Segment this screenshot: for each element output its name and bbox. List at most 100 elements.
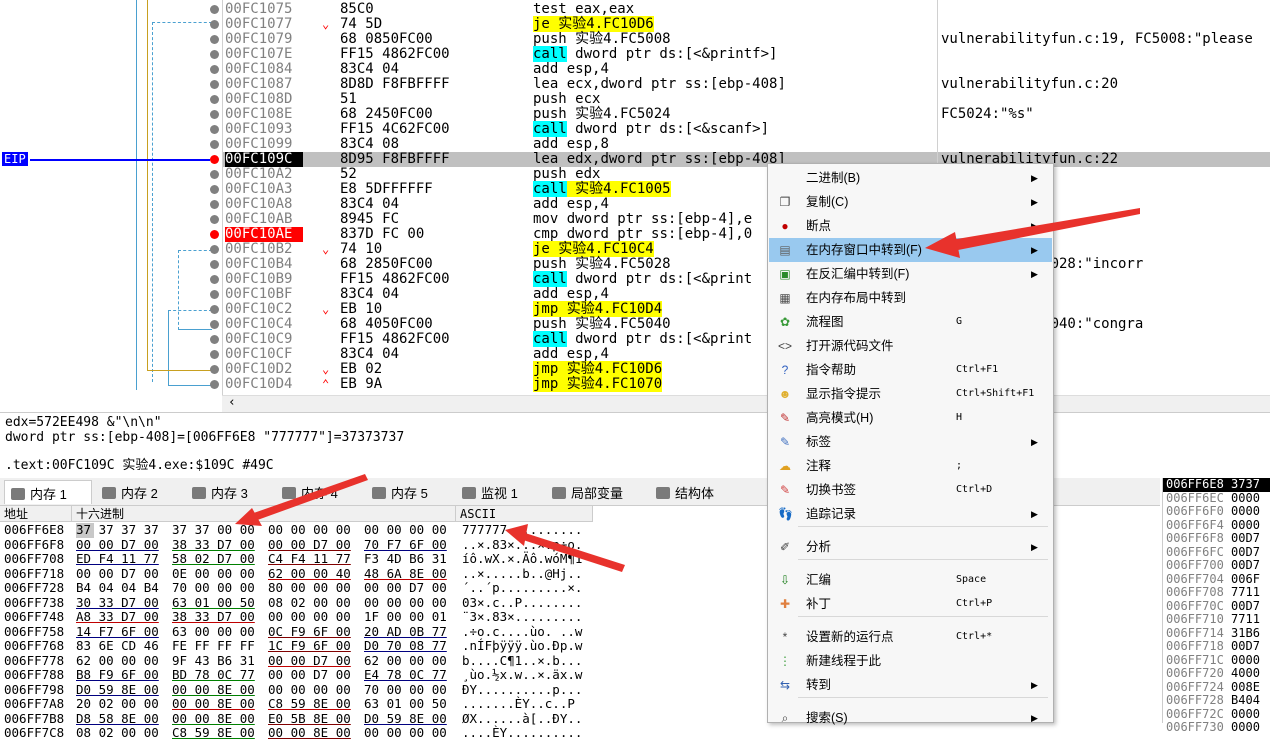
menu-item-goto[interactable]: ⇆ 转到 ▶ (769, 673, 1052, 697)
menu-item-memory-map[interactable]: ▦ 在内存布局中转到 (769, 286, 1052, 310)
hex-group[interactable]: 1C F9 6F 00 (268, 638, 364, 654)
tab-0[interactable]: 内存 1 (4, 480, 92, 504)
memory-ascii[interactable]: ØX......à[..ÐY.. (462, 711, 592, 727)
context-menu[interactable]: 二进制(B) ▶ ❐ 复制(C) ▶ ● 断点 ▶ ▤ 在内存窗口中转到(F) ▶ ▣ 在反汇编中转到(… (767, 163, 1054, 725)
stack-row[interactable]: 006FF718 00D7 (1163, 639, 1270, 654)
stack-row[interactable]: 006FF6E8 3737 (1163, 477, 1270, 492)
col-header-ascii[interactable]: ASCII (456, 506, 593, 522)
menu-item-graph[interactable]: ✿ 流程图 G (769, 310, 1052, 334)
breakpoint-dot-icon[interactable] (210, 110, 219, 119)
disassembly-view[interactable]: EIP 00FC1075 85C0 test eax,eax 00FC1077 ⌄ 74 … (0, 0, 1270, 412)
tab-7[interactable]: 结构体 (650, 480, 730, 504)
hex-group[interactable]: F3 4D B6 31 (364, 551, 460, 567)
disasm-row[interactable]: 00FC109C 8D95 F8FBFFFF lea edx,dword ptr s… (210, 152, 1270, 167)
memory-ascii[interactable]: .÷o.c....ùo. ..w (462, 624, 592, 640)
stack-row[interactable]: 006FF710 7711 (1163, 612, 1270, 627)
hex-group[interactable]: 00 00 8E 00 (268, 725, 364, 741)
memory-ascii[interactable]: ..×.83×...×.p÷o. (462, 537, 592, 553)
breakpoint-dot-icon[interactable] (210, 50, 219, 59)
hex-group[interactable]: D0 59 8E 00 (76, 682, 172, 698)
hex-group[interactable]: A8 33 D7 00 (76, 609, 172, 625)
hex-group[interactable]: 37 37 37 37 (76, 522, 172, 538)
menu-item-patch[interactable]: ✚ 补丁 Ctrl+P (769, 592, 1052, 616)
menu-item-source[interactable]: <> 打开源代码文件 (769, 334, 1052, 358)
breakpoint-dot-icon[interactable] (210, 335, 219, 344)
memory-ascii[interactable]: .nÍFþÿÿÿ.ùo.Ðp.w (462, 638, 592, 654)
memory-hex-bytes[interactable]: D8 58 8E 00 00 00 8E 00 E0 5B 8E 00 D0 59 8… (76, 711, 456, 727)
memory-hex-bytes[interactable]: 83 6E CD 46 FE FF FF FF 1C F9 6F 00 D0 70 0… (76, 638, 456, 654)
menu-item-disasm-goto[interactable]: ▣ 在反汇编中转到(F) ▶ (769, 262, 1052, 286)
memory-row[interactable]: 006FF718 00 00 D7 00 0E 00 00 00 62 00 00 4… (0, 566, 595, 582)
breakpoint-dot-icon[interactable] (210, 290, 219, 299)
hex-group[interactable]: 38 33 D7 00 (172, 609, 268, 625)
breakpoint-dot-icon[interactable] (210, 245, 219, 254)
stack-row[interactable]: 006FF6FC 00D7 (1163, 545, 1270, 560)
hex-group[interactable]: 30 33 D7 00 (76, 595, 172, 611)
menu-item-label[interactable]: ✎ 标签 ▶ (769, 430, 1052, 454)
memory-ascii[interactable]: .......ÈY..c..P (462, 696, 592, 712)
disasm-row[interactable]: 00FC1079 68 0850FC00 push 实验4.FC5008 vulner… (210, 32, 1270, 47)
breakpoint-dot-icon[interactable] (210, 200, 219, 209)
hex-group[interactable]: 38 33 D7 00 (172, 537, 268, 553)
hex-group[interactable]: B4 04 04 B4 (76, 580, 172, 596)
breakpoint-dot-icon[interactable] (210, 230, 219, 239)
stack-row[interactable]: 006FF6F4 0000 (1163, 518, 1270, 533)
menu-item-binary[interactable]: 二进制(B) ▶ (769, 166, 1052, 190)
memory-hex-bytes[interactable]: 62 00 00 00 9F 43 B6 31 00 00 D7 00 62 00 0… (76, 653, 456, 669)
hex-group[interactable]: 62 00 00 00 (364, 653, 460, 669)
hex-group[interactable]: E4 78 0C 77 (364, 667, 460, 683)
memory-row[interactable]: 006FF728 B4 04 04 B4 70 00 00 00 80 00 00 0… (0, 580, 595, 596)
memory-row[interactable]: 006FF768 83 6E CD 46 FE FF FF FF 1C F9 6F 0… (0, 638, 595, 654)
memory-hex-bytes[interactable]: B4 04 04 B4 70 00 00 00 80 00 00 00 00 00 D… (76, 580, 456, 596)
breakpoint-dot-icon[interactable] (210, 5, 219, 14)
hex-group[interactable]: 63 00 00 00 (172, 624, 268, 640)
disasm-row[interactable]: 00FC10D4⌃EB 9Ajmp 实验4.FC1070fun.c:32 (210, 376, 1270, 392)
disasm-row[interactable]: 00FC1077 ⌄ 74 5D je 实验4.FC10D6 (210, 16, 1270, 32)
hex-group[interactable]: B8 F9 6F 00 (76, 667, 172, 683)
stack-row[interactable]: 006FF720 4000 (1163, 666, 1270, 681)
hex-group[interactable]: 00 00 D7 00 (268, 667, 364, 683)
hex-group[interactable]: 0C F9 6F 00 (268, 624, 364, 640)
breakpoint-dot-icon[interactable] (210, 155, 219, 164)
disasm-row[interactable]: 00FC10AE 837D FC 00 cmp dword ptr ss:[ebp-… (210, 227, 1270, 242)
disasm-row[interactable]: 00FC10BF 83C4 04 add esp,4 (210, 287, 1270, 302)
tab-4[interactable]: 内存 5 (366, 480, 452, 504)
hex-group[interactable]: D0 59 8E 00 (364, 711, 460, 727)
stack-row[interactable]: 006FF71C 0000 (1163, 653, 1270, 668)
memory-hex-bytes[interactable]: ED F4 11 77 58 02 D7 00 C4 F4 11 77 F3 4D B… (76, 551, 456, 567)
breakpoint-dot-icon[interactable] (210, 80, 219, 89)
memory-hex-bytes[interactable]: 00 00 D7 00 38 33 D7 00 00 00 D7 00 70 F7 6… (76, 537, 456, 553)
disasm-row[interactable]: 00FC10B468 2850FC00push 实验4.FC5028fun.c:… (210, 257, 1270, 272)
menu-item-bookmark[interactable]: ✎ 切换书签 Ctrl+D (769, 478, 1052, 502)
stack-view[interactable]: 006FF6E8 3737 006FF6EC 0000 006FF6F0 0000 0… (1162, 477, 1270, 734)
disasm-row[interactable]: 00FC10D2⌄EB 02jmp 实验4.FC10D6fun.c:30 (210, 361, 1270, 377)
stack-row[interactable]: 006FF700 00D7 (1163, 558, 1270, 573)
hex-group[interactable]: 00 00 00 00 (364, 725, 460, 741)
breakpoint-dot-icon[interactable] (210, 320, 219, 329)
hex-group[interactable]: 20 02 00 00 (76, 696, 172, 712)
disasm-row[interactable]: 00FC10B9 FF15 4862FC00 call dword ptr ds:[… (210, 271, 1270, 287)
memory-row[interactable]: 006FF708 ED F4 11 77 58 02 D7 00 C4 F4 11 7… (0, 551, 595, 567)
breakpoint-dot-icon[interactable] (210, 185, 219, 194)
hex-group[interactable]: 00 00 D7 00 (268, 653, 364, 669)
memory-hex-bytes[interactable]: 20 02 00 00 00 00 8E 00 C8 59 8E 00 63 01 0… (76, 696, 456, 712)
hex-group[interactable]: 00 00 00 00 (268, 522, 364, 538)
hex-group[interactable]: C8 59 8E 00 (172, 725, 268, 741)
hex-group[interactable]: 83 6E CD 46 (76, 638, 172, 654)
memory-row[interactable]: 006FF758 14 F7 6F 00 63 00 00 00 0C F9 6F 0… (0, 624, 595, 640)
memory-ascii[interactable]: ....ÈY.......... (462, 725, 592, 741)
disasm-row[interactable]: 00FC1075 85C0 test eax,eax (210, 2, 1270, 17)
breakpoint-dot-icon[interactable] (210, 140, 219, 149)
memory-row[interactable]: 006FF778 62 00 00 00 9F 43 B6 31 00 00 D7 0… (0, 653, 595, 669)
breakpoint-dot-icon[interactable] (210, 350, 219, 359)
memory-row[interactable]: 006FF788 B8 F9 6F 00 BD 78 0C 77 00 00 D7 0… (0, 667, 595, 683)
memory-hex-bytes[interactable]: 37 37 37 37 37 37 00 00 00 00 00 00 00 00 0… (76, 522, 456, 538)
hex-group[interactable]: C8 59 8E 00 (268, 696, 364, 712)
menu-item-highlight[interactable]: ✎ 高亮模式(H) H (769, 406, 1052, 430)
disasm-row[interactable]: 00FC10CF 83C4 04 add esp,4 (210, 347, 1270, 362)
disasm-row[interactable]: 00FC10A2 52 push edx (210, 167, 1270, 182)
stack-row[interactable]: 006FF704 006F (1163, 572, 1270, 587)
disasm-row[interactable]: 00FC1093 FF15 4C62FC00 call dword ptr ds:[… (210, 121, 1270, 137)
hex-group[interactable]: 00 00 D7 00 (268, 537, 364, 553)
menu-item-breakpoint[interactable]: ● 断点 ▶ (769, 214, 1052, 238)
